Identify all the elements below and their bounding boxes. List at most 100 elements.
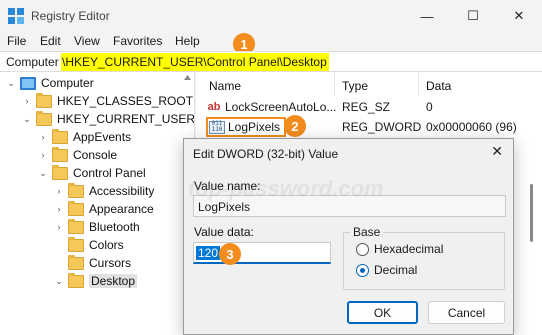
chevron-right-icon[interactable]: › — [22, 96, 32, 106]
value-data: 0 — [426, 100, 433, 114]
address-path-highlight: \HKEY_CURRENT_USER\Control Panel\Desktop — [61, 53, 329, 71]
folder-icon — [68, 272, 84, 288]
folder-icon — [68, 200, 84, 216]
tree-node-colors[interactable]: Colors — [54, 236, 124, 254]
tree-node-label: Colors — [89, 238, 124, 252]
chevron-right-icon[interactable]: › — [54, 186, 64, 196]
column-header-name[interactable]: Name — [209, 72, 241, 96]
tree-node-hkcr[interactable]: › HKEY_CLASSES_ROOT — [22, 92, 193, 110]
cancel-button[interactable]: Cancel — [428, 301, 505, 324]
folder-icon — [52, 128, 68, 144]
menu-favorites[interactable]: Favorites — [113, 34, 162, 48]
menu-edit[interactable]: Edit — [40, 34, 61, 48]
minimize-button[interactable]: — — [404, 0, 450, 32]
tree-node-label: Accessibility — [89, 184, 155, 198]
tree-node-accessibility[interactable]: › Accessibility — [54, 182, 154, 200]
tree-node-label: Console — [73, 148, 118, 162]
menu-view[interactable]: View — [74, 34, 100, 48]
tree-node-console[interactable]: › Console — [38, 146, 117, 164]
folder-icon — [68, 182, 84, 198]
tree-node-label: Cursors — [89, 256, 132, 270]
window-title: Registry Editor — [31, 9, 110, 23]
chevron-right-icon[interactable]: › — [54, 204, 64, 214]
close-icon[interactable]: ✕ — [491, 143, 503, 160]
value-type: REG_DWORD — [342, 120, 422, 134]
tree-node-label: HKEY_CLASSES_ROOT — [57, 94, 194, 108]
dialog-title: Edit DWORD (32-bit) Value — [193, 147, 339, 161]
chevron-down-icon[interactable]: ⌄ — [38, 168, 48, 178]
folder-icon — [68, 254, 84, 270]
value-data-text: 120 — [196, 246, 221, 260]
column-divider[interactable] — [418, 72, 419, 96]
chevron-right-icon[interactable]: › — [38, 132, 48, 142]
step-badge-3: 3 — [219, 243, 241, 265]
decimal-radio[interactable]: Decimal — [356, 263, 417, 277]
folder-icon — [52, 146, 68, 162]
value-data-label: Value data: — [194, 225, 254, 239]
radio-unselected-icon — [356, 242, 369, 256]
folder-icon — [68, 218, 84, 234]
ok-button[interactable]: OK — [347, 301, 418, 324]
string-value-icon: ab — [207, 101, 221, 113]
hexadecimal-label: Hexadecimal — [374, 242, 444, 256]
menu-help[interactable]: Help — [175, 34, 200, 48]
value-data-input[interactable]: 120 — [193, 242, 331, 264]
tree-node-label: Appearance — [89, 202, 154, 216]
value-name: LogPixels — [228, 120, 281, 134]
tree-node-desktop[interactable]: ⌄ Desktop — [54, 272, 138, 290]
base-groupbox — [343, 232, 505, 290]
chevron-right-icon[interactable]: › — [38, 150, 48, 160]
value-row-lockscreen[interactable]: ab LockScreenAutoLo... REG_SZ 0 — [206, 97, 526, 117]
folder-icon — [36, 92, 52, 108]
tree-node-label: Bluetooth — [89, 220, 140, 234]
step-badge-2: 2 — [284, 115, 306, 137]
column-divider[interactable] — [334, 72, 335, 96]
folder-icon — [68, 236, 84, 252]
folder-icon — [36, 110, 52, 126]
tree-node-appevents[interactable]: › AppEvents — [38, 128, 131, 146]
chevron-down-icon[interactable]: ⌄ — [22, 114, 32, 124]
menu-bar: File Edit View Favorites Help — [0, 32, 542, 52]
address-bar[interactable]: Computer \HKEY_CURRENT_USER\Control Pane… — [0, 51, 542, 72]
folder-icon — [52, 164, 68, 180]
column-header-type[interactable]: Type — [342, 72, 368, 96]
value-row-logpixels[interactable]: 011 110 LogPixels REG_DWORD 0x00000060 (9… — [206, 117, 526, 137]
value-data: 0x00000060 (96) — [426, 120, 517, 134]
tree-node-control-panel[interactable]: ⌄ Control Panel — [38, 164, 146, 182]
tree-pane[interactable]: ⌄ Computer › HKEY_CLASSES_ROOT ⌄ HKEY_CU… — [0, 72, 195, 335]
tree-node-hkcu[interactable]: ⌄ HKEY_CURRENT_USER — [22, 110, 195, 128]
tree-node-label: Computer — [41, 76, 94, 90]
maximize-button[interactable]: ☐ — [450, 0, 496, 32]
tree-node-label: HKEY_CURRENT_USER — [57, 112, 195, 126]
decimal-label: Decimal — [374, 263, 418, 277]
tree-node-bluetooth[interactable]: › Bluetooth — [54, 218, 140, 236]
tree-node-cursors[interactable]: Cursors — [54, 254, 131, 272]
title-bar: Registry Editor — ☐ ✕ — [0, 0, 542, 32]
radio-selected-icon — [356, 263, 369, 277]
chevron-down-icon[interactable]: ⌄ — [6, 78, 16, 88]
chevron-right-icon[interactable]: › — [54, 222, 64, 232]
registry-editor-icon — [8, 8, 24, 24]
watermark: top-password.com — [188, 176, 384, 201]
logpixels-highlight-box: 011 110 LogPixels — [206, 117, 287, 137]
computer-icon — [20, 76, 36, 90]
tree-node-computer[interactable]: ⌄ Computer — [6, 74, 94, 92]
address-root: Computer — [6, 55, 59, 69]
close-button[interactable]: ✕ — [496, 0, 542, 32]
tree-node-label: Desktop — [89, 274, 138, 288]
hexadecimal-radio[interactable]: Hexadecimal — [356, 242, 443, 256]
column-header-data[interactable]: Data — [426, 72, 451, 96]
value-type: REG_SZ — [342, 100, 391, 114]
value-name: LockScreenAutoLo... — [225, 100, 337, 114]
tree-node-appearance[interactable]: › Appearance — [54, 200, 154, 218]
edit-dword-dialog: Edit DWORD (32-bit) Value ✕ Value name: … — [183, 138, 514, 335]
dword-value-icon: 011 110 — [209, 120, 225, 134]
chevron-down-icon[interactable]: ⌄ — [54, 276, 64, 286]
tree-node-label: AppEvents — [73, 130, 132, 144]
base-label: Base — [350, 225, 384, 239]
list-scrollbar-thumb[interactable] — [530, 184, 533, 242]
menu-file[interactable]: File — [7, 34, 26, 48]
tree-node-label: Control Panel — [73, 166, 146, 180]
